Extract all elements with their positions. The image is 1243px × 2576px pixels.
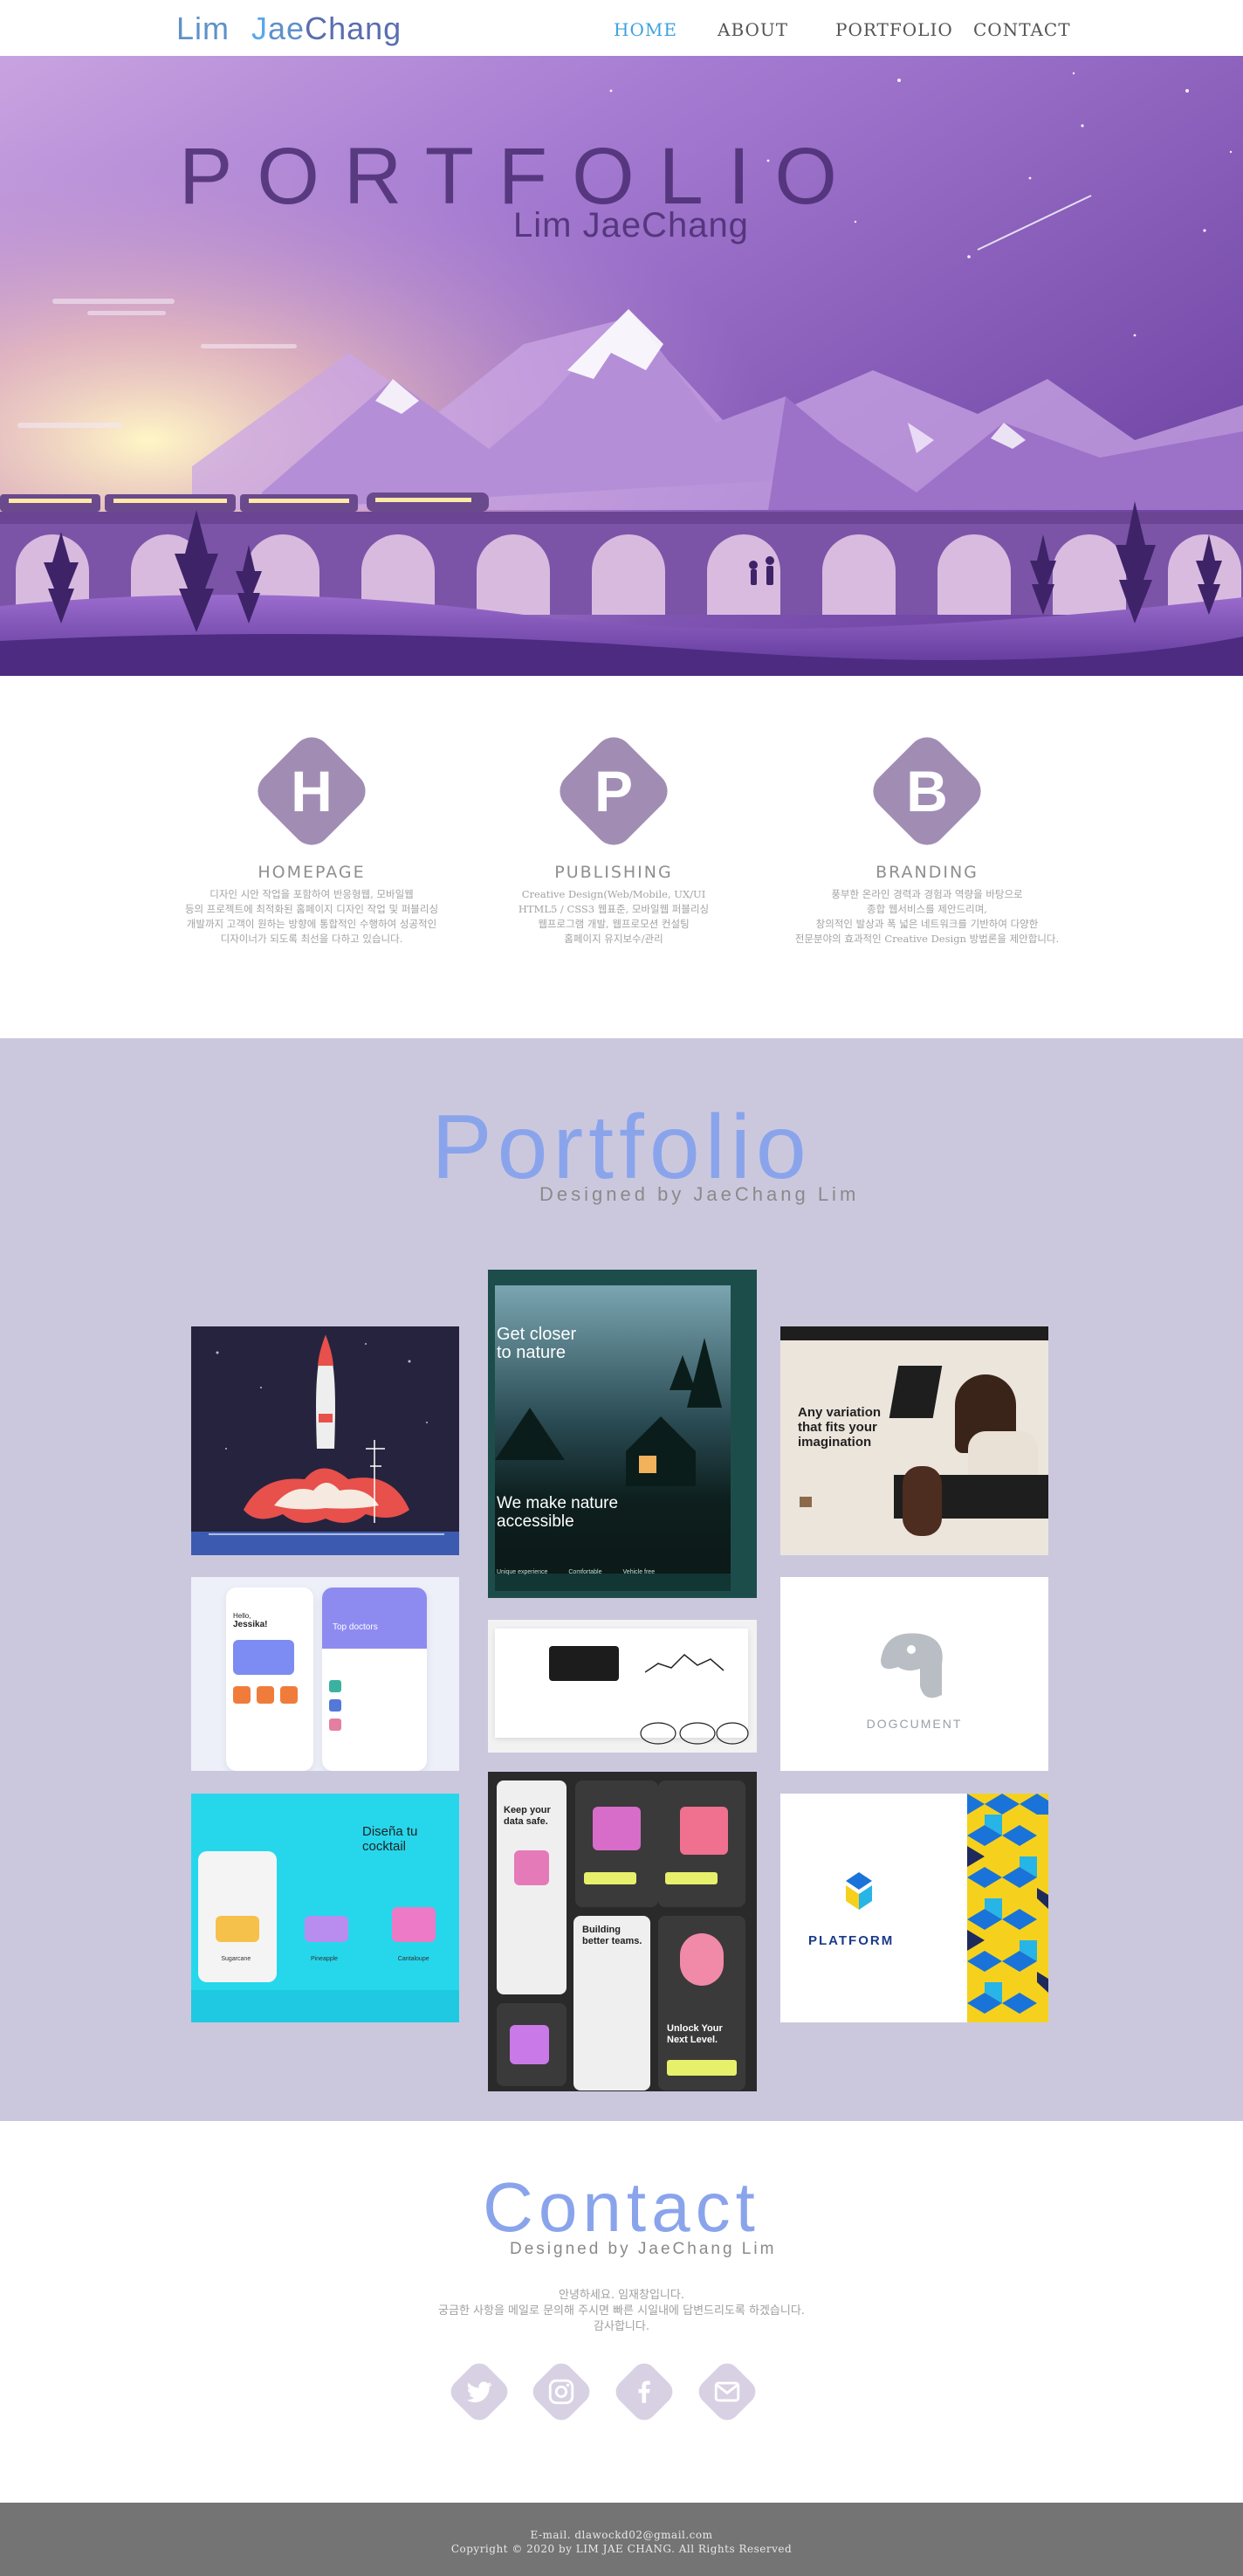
branding-badge-icon: B	[865, 729, 989, 853]
portfolio-thumb-platform-logo[interactable]: PLATFORM	[780, 1794, 1048, 2022]
instagram-link[interactable]	[527, 2358, 595, 2426]
nav-home[interactable]: HOME	[614, 19, 677, 40]
contact-message: 안녕하세요. 임재창입니다. 궁금한 사항을 메일로 문의해 주시면 빠른 시일…	[0, 2288, 1243, 2335]
thumb-text: Keep your	[504, 1805, 551, 1815]
portfolio-thumb-cocktail-app[interactable]: Diseña tu cocktail Sugarcane Pineapple C…	[191, 1794, 459, 2022]
thumb-text: DOGCUMENT	[866, 1717, 963, 1731]
thumb-text: Vehicle free	[622, 1569, 656, 1575]
thumb-text: Diseña tu	[362, 1824, 418, 1839]
mail-link[interactable]	[693, 2358, 761, 2426]
logo-first: Lim	[176, 10, 230, 46]
service-title: HOMEPAGE	[258, 863, 366, 882]
instagram-icon	[548, 2379, 574, 2405]
service-publishing: P PUBLISHING Creative Design(Web/Mobile,…	[457, 729, 771, 947]
logo-chang: Chang	[305, 10, 402, 46]
thumb-text: We make nature	[497, 1494, 619, 1512]
thumb-text: Pineapple	[310, 1956, 339, 1962]
homepage-badge-icon: H	[250, 729, 374, 853]
contact-message-line: 감사합니다.	[594, 2320, 649, 2333]
facebook-icon	[638, 2380, 650, 2403]
thumb-text: data safe.	[504, 1816, 548, 1827]
portfolio-thumb-nature-website[interactable]: Get closer to nature We make nature acce…	[488, 1270, 757, 1598]
thumb-text: to nature	[497, 1343, 566, 1362]
service-description: 풍부한 온라인 경력과 경험과 역량을 바탕으로 종합 웹서비스를 제안드리며,…	[794, 888, 1060, 945]
thumb-text: Unlock Your	[667, 2023, 723, 2034]
portfolio-thumb-security-app[interactable]: Keep your data safe. Building better tea…	[488, 1772, 757, 2091]
mail-icon	[714, 2381, 740, 2402]
hero-banner: PORTFOLIO Lim JaeChang	[0, 56, 1243, 676]
thumb-text: cocktail	[362, 1839, 407, 1854]
portfolio-thumb-doctor-app[interactable]: Hello, Jessika! Top doctors	[191, 1577, 459, 1771]
nav-contact[interactable]: CONTACT	[973, 19, 1071, 40]
site-logo[interactable]: Lim JaeChang	[176, 10, 402, 47]
thumb-text: that fits your	[798, 1420, 877, 1435]
footer-email[interactable]: E-mail. dlawockd02@gmail.com	[0, 2529, 1243, 2541]
publishing-badge-icon: P	[552, 729, 676, 853]
contact-message-line: 안녕하세요. 임재창입니다.	[559, 2289, 684, 2302]
thumb-text: Comfortable	[568, 1569, 602, 1575]
portfolio-thumb-dashboard[interactable]	[488, 1620, 757, 1753]
thumb-text: Next Level.	[667, 2035, 718, 2045]
hero-subtitle: Lim JaeChang	[513, 206, 749, 245]
logo-ae: ae	[268, 10, 306, 46]
service-title: PUBLISHING	[554, 863, 673, 882]
top-navigation: Lim JaeChang HOME ABOUT PORTFOLIO CONTAC…	[0, 0, 1243, 56]
facebook-link[interactable]	[610, 2358, 678, 2426]
nav-portfolio[interactable]: PORTFOLIO	[835, 19, 953, 40]
thumb-text: better teams.	[582, 1936, 642, 1946]
thumb-text: Top doctors	[333, 1622, 378, 1632]
thumb-text: PLATFORM	[808, 1933, 895, 1948]
thumb-text: Jessika!	[233, 1620, 268, 1629]
contact-message-line: 궁금한 사항을 메일로 문의해 주시면 빠른 시일내에 답변드리도록 하겠습니다…	[438, 2304, 805, 2318]
thumb-text: Sugarcane	[221, 1956, 251, 1962]
portfolio-thumb-rocket[interactable]	[191, 1326, 459, 1555]
twitter-icon	[466, 2381, 492, 2403]
thumb-text: imagination	[798, 1435, 872, 1450]
twitter-link[interactable]	[445, 2358, 513, 2426]
portfolio-thumb-dogcument-logo[interactable]: DOGCUMENT	[780, 1577, 1048, 1771]
footer-copyright: Copyright © 2020 by LIM JAE CHANG. All R…	[450, 2543, 793, 2555]
thumb-text: Get closer	[497, 1325, 577, 1344]
service-title: BRANDING	[876, 863, 979, 882]
thumb-text: Building	[582, 1925, 621, 1935]
service-description: 디자인 시안 작업을 포함하여 반응형웹, 모바일웹 등의 프로젝트에 최적화된…	[184, 888, 439, 945]
thumb-text: accessible	[497, 1512, 574, 1531]
portfolio-subtitle: Designed by JaeChang Lim	[539, 1183, 860, 1205]
service-homepage: H HOMEPAGE 디자인 시안 작업을 포함하여 반응형웹, 모바일웹 등의…	[155, 729, 469, 947]
contact-subtitle: Designed by JaeChang Lim	[510, 2240, 777, 2258]
portfolio-section: Portfolio Designed by JaeChang Lim Get c…	[0, 1038, 1243, 2121]
service-branding: B BRANDING 풍부한 온라인 경력과 경험과 역량을 바탕으로 종합 웹…	[770, 729, 1084, 947]
thumb-text: Cantaloupe	[397, 1956, 429, 1962]
site-footer: E-mail. dlawockd02@gmail.com Copyright ©…	[0, 2503, 1243, 2576]
nav-about[interactable]: ABOUT	[718, 19, 788, 40]
thumb-text: Unique experience	[497, 1569, 548, 1575]
thumb-text: Any variation	[798, 1405, 882, 1420]
logo-j: J	[251, 10, 269, 46]
portfolio-thumb-fashion-website[interactable]: Any variation that fits your imagination	[780, 1326, 1048, 1555]
contact-title: Contact	[483, 2168, 760, 2246]
service-description: Creative Design(Web/Mobile, UX/UI HTML5 …	[518, 888, 710, 945]
